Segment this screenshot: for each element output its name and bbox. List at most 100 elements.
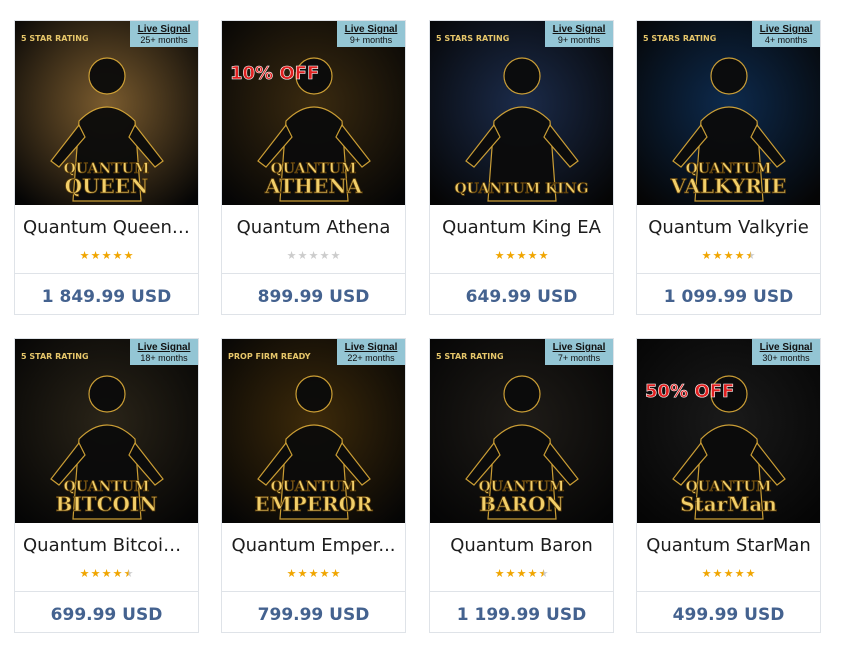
star-icon: ★ [123,249,134,262]
star-icon: ★ [101,567,112,580]
product-price[interactable]: 899.99 USD [222,287,405,307]
product-grid: 5 STAR RATING QUANTUM QUEEN Live Signal 25+ … [0,0,843,652]
rating-stars: ★★★★★ [637,250,820,262]
svg-text:Live Signal: Live Signal [138,342,191,353]
product-card[interactable]: 5 STARS RATING QUANTUM VALKYRIE Live Signal… [636,20,821,315]
product-card[interactable]: 10% OFF QUANTUM ATHENA Live Signal 9+ months… [221,20,406,315]
product-image[interactable]: 10% OFF QUANTUM ATHENA Live Signal 9+ months [222,21,405,205]
divider [15,273,198,274]
product-image[interactable]: 5 STARS RATING QUANTUM VALKYRIE Live Signal… [637,21,820,205]
divider [430,591,613,592]
star-icon: ★ [494,567,505,580]
star-icon: ★ [112,567,123,580]
svg-text:30+ months: 30+ months [762,353,810,363]
art-caption: 5 STARS RATING [436,34,509,43]
live-signal-badge: Live Signal4+ months [752,21,820,47]
product-image[interactable]: 5 STARS RATING QUANTUM KING Live Signal 9+ … [430,21,613,205]
star-icon: ★ [330,249,341,262]
divider [222,591,405,592]
star-icon: ★ [712,249,723,262]
live-signal-badge: Live Signal30+ months [752,339,820,365]
star-icon: ★ [297,567,308,580]
star-icon: ★ [701,249,712,262]
rating-stars: ★★★★★ [222,250,405,262]
star-icon: ★ [319,567,330,580]
art-caption: 5 STARS RATING [643,34,716,43]
star-icon: ★ [297,249,308,262]
star-icon: ★ [286,249,297,262]
rating-stars: ★★★★★ [222,568,405,580]
product-name[interactable]: Quantum Valkyrie [637,217,820,238]
promo-text: 50% OFF [645,381,734,402]
star-icon: ★ [79,249,90,262]
product-name[interactable]: Quantum StarMan [637,535,820,556]
product-price[interactable]: 799.99 USD [222,605,405,625]
product-image[interactable]: 5 STAR RATING QUANTUM BARON Live Signal 7+ m… [430,339,613,523]
svg-text:9+ months: 9+ months [558,35,601,45]
star-icon: ★ [101,249,112,262]
star-icon: ★ [286,567,297,580]
svg-text:7+ months: 7+ months [558,353,601,363]
product-card[interactable]: 50% OFF QUANTUM StarMan Live Signal 30+ mont… [636,338,821,633]
art-title: StarMan [680,492,777,516]
star-icon: ★ [538,567,549,580]
product-name[interactable]: Quantum King EA [430,217,613,238]
product-card[interactable]: 5 STAR RATING QUANTUM QUEEN Live Signal 25+ … [14,20,199,315]
product-price[interactable]: 1 099.99 USD [637,287,820,307]
rating-stars: ★★★★★ [15,250,198,262]
art-title: QUANTUM KING [454,181,588,197]
star-icon: ★ [123,567,134,580]
svg-text:22+ months: 22+ months [347,353,395,363]
rating-stars: ★★★★★ [430,568,613,580]
rating-stars: ★★★★★ [15,568,198,580]
star-icon: ★ [734,249,745,262]
product-price[interactable]: 699.99 USD [15,605,198,625]
divider [15,591,198,592]
star-icon: ★ [723,567,734,580]
star-icon: ★ [308,249,319,262]
rating-stars: ★★★★★ [430,250,613,262]
product-card[interactable]: 5 STAR RATING QUANTUM BITCOIN Live Signal 18… [14,338,199,633]
art-caption: PROP FIRM READY [228,352,311,361]
star-icon: ★ [505,249,516,262]
product-name[interactable]: Quantum Baron [430,535,613,556]
product-price[interactable]: 1 849.99 USD [15,287,198,307]
star-icon: ★ [79,567,90,580]
product-image[interactable]: 50% OFF QUANTUM StarMan Live Signal 30+ mont… [637,339,820,523]
star-icon: ★ [723,249,734,262]
product-name[interactable]: Quantum Athena [222,217,405,238]
product-image[interactable]: PROP FIRM READY QUANTUM EMPEROR Live Signal… [222,339,405,523]
svg-text:Live Signal: Live Signal [553,342,606,353]
product-price[interactable]: 649.99 USD [430,287,613,307]
art-title: BITCOIN [55,492,157,516]
star-icon: ★ [745,567,756,580]
live-signal-badge: Live Signal18+ months [130,339,198,365]
live-signal-badge: Live Signal9+ months [337,21,405,47]
product-price[interactable]: 499.99 USD [637,605,820,625]
promo-text: 10% OFF [230,63,319,84]
product-name[interactable]: Quantum Bitcoin... [15,535,198,556]
divider [637,591,820,592]
svg-text:4+ months: 4+ months [765,35,808,45]
star-icon: ★ [701,567,712,580]
product-card[interactable]: 5 STAR RATING QUANTUM BARON Live Signal 7+ m… [429,338,614,633]
product-name[interactable]: Quantum Emper... [222,535,405,556]
product-name[interactable]: Quantum Queen ... [15,217,198,238]
svg-text:25+ months: 25+ months [140,35,188,45]
product-image[interactable]: 5 STAR RATING QUANTUM BITCOIN Live Signal 18… [15,339,198,523]
svg-text:Live Signal: Live Signal [138,24,191,35]
product-card[interactable]: PROP FIRM READY QUANTUM EMPEROR Live Signal… [221,338,406,633]
product-price[interactable]: 1 199.99 USD [430,605,613,625]
divider [637,273,820,274]
svg-text:9+ months: 9+ months [350,35,393,45]
product-card[interactable]: 5 STARS RATING QUANTUM KING Live Signal 9+ … [429,20,614,315]
star-icon: ★ [516,249,527,262]
star-icon: ★ [516,567,527,580]
art-caption: 5 STAR RATING [21,34,89,43]
svg-text:Live Signal: Live Signal [345,24,398,35]
art-title: BARON [479,492,564,516]
star-icon: ★ [330,567,341,580]
star-icon: ★ [505,567,516,580]
art-title: ATHENA [264,174,363,198]
product-image[interactable]: 5 STAR RATING QUANTUM QUEEN Live Signal 25+ … [15,21,198,205]
